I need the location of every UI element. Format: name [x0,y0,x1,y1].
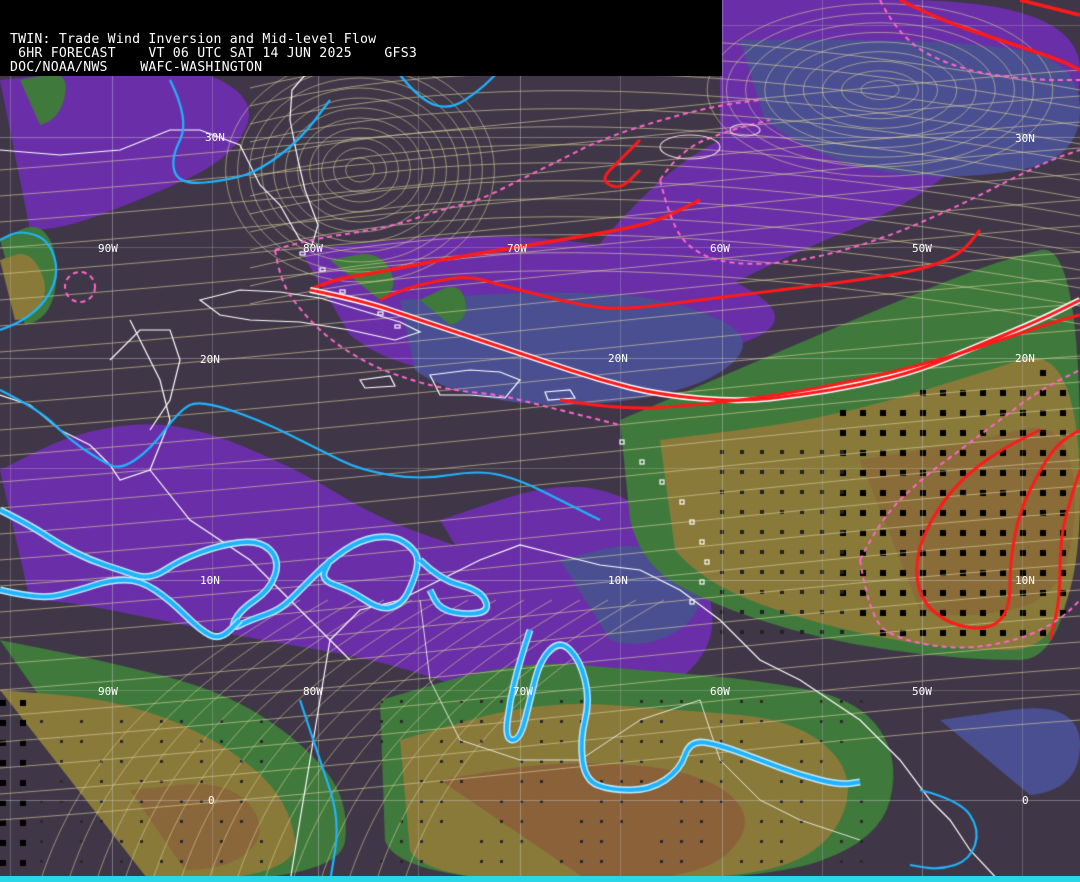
lat-label-0-right: 0 [1022,794,1029,807]
lon-label-80w-top: 80W [303,242,323,255]
bottom-edge-strip [0,876,1080,882]
lat-label-20n-right: 20N [1015,352,1035,365]
lat-label-30n-left: 30N [205,131,225,144]
lat-label-30n-right: 30N [1015,132,1035,145]
lon-label-80w-bottom: 80W [303,685,323,698]
lat-label-0-left: 0 [208,794,215,807]
forecast-map [0,0,1080,882]
header-issuer: DOC/NOAA/NWS WAFC-WASHINGTON [10,60,263,75]
header-forecast-time: 6HR FORECAST VT 06 UTC SAT 14 JUN 2025 G… [10,46,417,61]
lat-label-10n-right: 10N [1015,574,1035,587]
lon-label-70w-top: 70W [507,242,527,255]
lon-label-70w-bottom: 70W [513,685,533,698]
lon-label-90w-top: 90W [98,242,118,255]
lat-label-10n-mid: 10N [608,574,628,587]
lat-label-20n-mid: 20N [608,352,628,365]
lat-label-20n-left: 20N [200,353,220,366]
header-panel: TWIN: Trade Wind Inversion and Mid-level… [0,0,722,76]
lon-label-50w-top: 50W [912,242,932,255]
lat-label-10n-left: 10N [200,574,220,587]
lon-label-50w-bottom: 50W [912,685,932,698]
header-title: TWIN: Trade Wind Inversion and Mid-level… [10,32,377,47]
lon-label-90w-bottom: 90W [98,685,118,698]
lon-label-60w-top: 60W [710,242,730,255]
lon-label-60w-bottom: 60W [710,685,730,698]
